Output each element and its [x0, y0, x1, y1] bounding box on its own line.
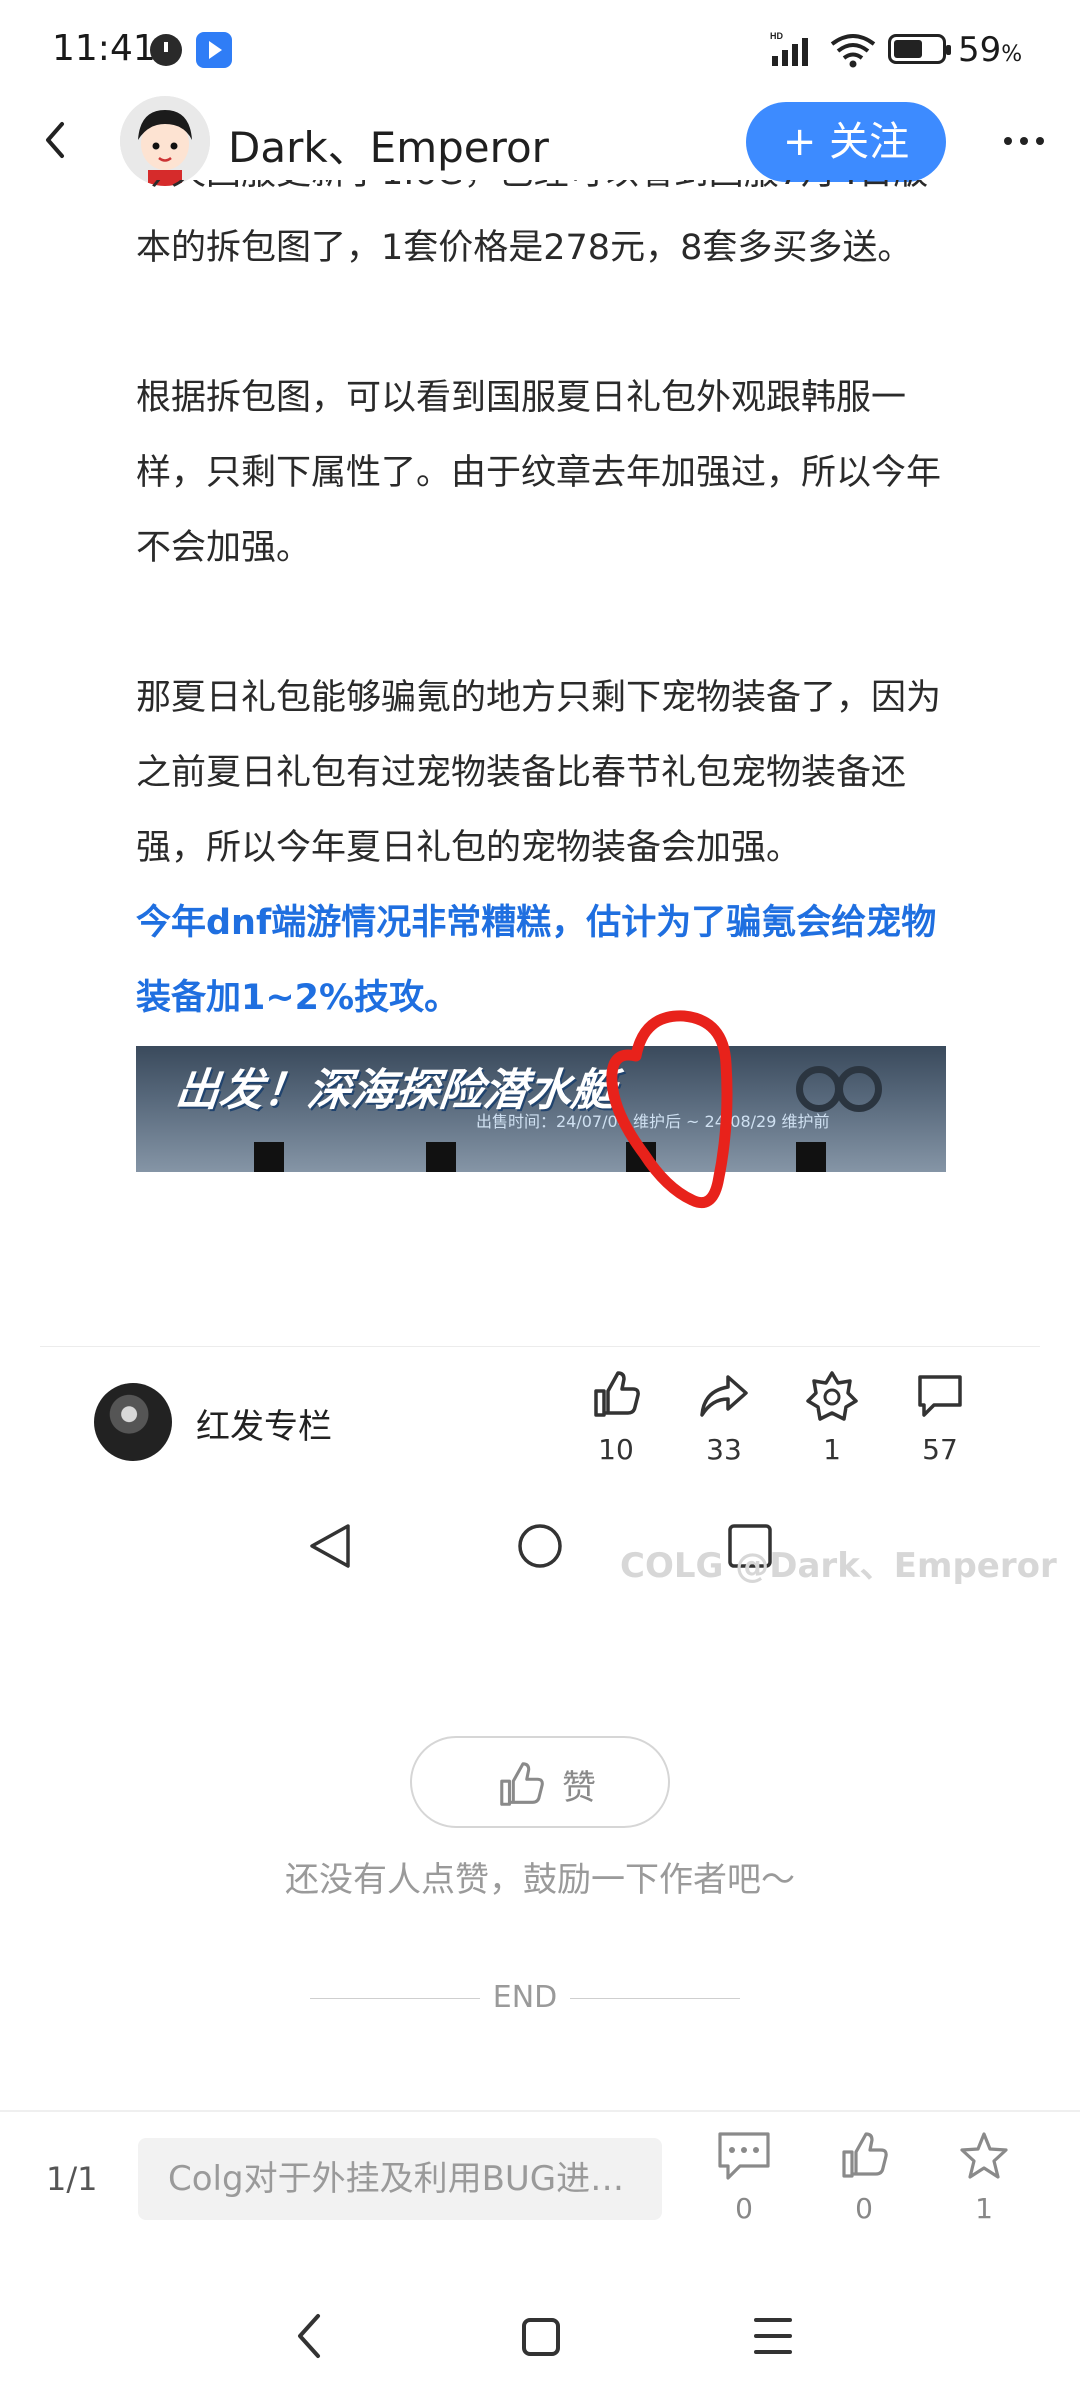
- back-button[interactable]: [28, 112, 84, 168]
- network-type: HD: [770, 31, 783, 41]
- share-action[interactable]: 33: [684, 1369, 764, 1466]
- bottom-comment-bar: 1/1 Colg对于外挂及利用BUG进… 0 0 1: [0, 2110, 1080, 2250]
- system-home-icon: [522, 2318, 560, 2356]
- comments-count: 0: [735, 2192, 753, 2225]
- follow-button[interactable]: + 关注: [746, 102, 946, 182]
- system-menu-icon: [754, 2318, 792, 2354]
- likes-count: 0: [855, 2192, 873, 2225]
- thumbs-up-icon: [842, 2132, 888, 2178]
- comment-dots-icon: [718, 2132, 770, 2180]
- system-back-icon: [298, 2314, 320, 2358]
- page-indicator: 1/1: [46, 2160, 98, 2198]
- thumbs-up-outline-icon: [500, 1762, 544, 1806]
- share-count: 33: [706, 1433, 742, 1466]
- article-paragraph-3: 那夏日礼包能够骗氪的地方只剩下宠物装备了，因为之前夏日礼包有过宠物装备比春节礼包…: [136, 678, 942, 868]
- nav-back-icon: [310, 1524, 350, 1568]
- status-bar: 11:41 HD 59%: [0, 0, 1080, 100]
- favorites-count: 1: [975, 2192, 993, 2225]
- nav-home-icon: [518, 1524, 562, 1568]
- like-encourage-text: 还没有人点赞，鼓励一下作者吧～: [285, 1860, 795, 1900]
- article-body: 今天国服更新了1.6G，已经可以看到国服7月4日版本的拆包图了，1套价格是278…: [136, 180, 946, 1350]
- status-time: 11:41: [52, 28, 156, 69]
- like-action[interactable]: 10: [576, 1369, 656, 1466]
- signal-icon: HD: [770, 31, 808, 66]
- award-action[interactable]: 1: [792, 1369, 872, 1466]
- comment-action[interactable]: 57: [900, 1369, 980, 1466]
- comments-button[interactable]: 0: [704, 2130, 784, 2225]
- column-name[interactable]: 红发专栏: [196, 1399, 332, 1448]
- favorite-button[interactable]: 1: [944, 2130, 1024, 2225]
- colg-watermark: COLG @Dark、Emperor: [620, 1546, 1057, 1586]
- award-count: 1: [823, 1433, 841, 1466]
- share-icon: [700, 1375, 748, 1417]
- author-avatar[interactable]: [120, 96, 210, 186]
- like-count: 10: [598, 1433, 634, 1466]
- article-highlight-paragraph: 今年dnf端游情况非常糟糕，估计为了骗氪会给宠物装备加1~2%技攻。: [136, 903, 937, 1018]
- like-button[interactable]: 赞: [410, 1736, 670, 1828]
- comment-input[interactable]: Colg对于外挂及利用BUG进…: [138, 2138, 662, 2220]
- wifi-icon: [830, 34, 876, 68]
- red-circle-annotation: [606, 1010, 733, 1209]
- award-icon: [806, 1371, 858, 1421]
- battery-icon: [888, 34, 951, 64]
- more-options-icon[interactable]: [996, 120, 1052, 160]
- column-avatar[interactable]: [94, 1383, 172, 1461]
- likes-button[interactable]: 0: [824, 2130, 904, 2225]
- like-label: 赞: [562, 1768, 596, 1808]
- battery-percent: 59%: [958, 30, 1023, 70]
- article-banner-image[interactable]: 出发！深海探险潜水艇 出售时间：24/07/04 维护后 ~ 24/08/29 …: [136, 1046, 946, 1172]
- thumbs-up-icon: [594, 1371, 640, 1417]
- author-name[interactable]: Dark、Emperor: [228, 114, 549, 175]
- system-nav-bar: [298, 2314, 792, 2358]
- article-paragraph-2: 根据拆包图，可以看到国服夏日礼包外观跟韩服一样，只剩下属性了。由于纹章去年加强过…: [136, 378, 942, 568]
- video-app-icon: [196, 32, 232, 68]
- article-header: Dark、Emperor + 关注: [0, 90, 1080, 190]
- end-divider: END: [310, 1976, 740, 2020]
- column-action-row: 红发专栏 10 33 1 57: [40, 1346, 1040, 1466]
- article-paragraph-1: 今天国服更新了1.6G，已经可以看到国服7月4日版本的拆包图了，1套价格是278…: [136, 180, 928, 268]
- star-icon: [960, 2132, 1008, 2179]
- clock-app-icon: [150, 34, 182, 66]
- comment-icon: [918, 1375, 962, 1417]
- comment-count: 57: [922, 1433, 958, 1466]
